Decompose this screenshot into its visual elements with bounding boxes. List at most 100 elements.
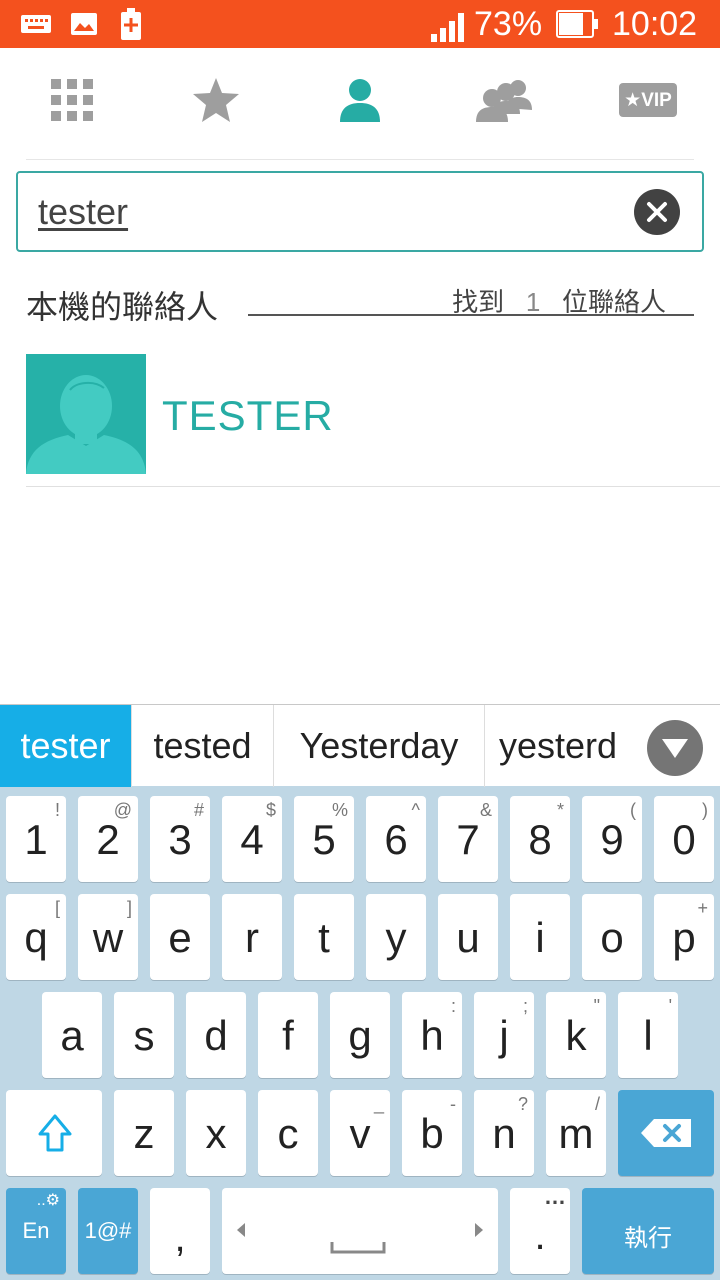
suggestion-item[interactable]: Yesterday [274,705,485,787]
key-9[interactable]: 9( [582,796,642,882]
key-0[interactable]: 0) [654,796,714,882]
key-d[interactable]: d [186,992,246,1078]
key-label: m [558,1110,594,1157]
key-5[interactable]: 5% [294,796,354,882]
key-label: l [643,1012,653,1059]
key-p[interactable]: p + [654,894,714,980]
space-icon [330,1242,386,1254]
key-g[interactable]: g [330,992,390,1078]
key-label: g [348,1012,372,1059]
key-h[interactable]: h: [402,992,462,1078]
key-4[interactable]: 4 $ [222,796,282,882]
key-alt-label: / [594,1094,600,1114]
key-label: h [420,1012,444,1059]
comma-label: , [174,1216,186,1260]
key-label: 1 [24,816,48,863]
key-w[interactable]: w] [78,894,138,980]
key-label: b [420,1110,444,1157]
key-f[interactable]: f [258,992,318,1078]
key-x[interactable]: x [186,1090,246,1176]
backspace-icon [641,1119,691,1147]
key-a[interactable]: a [42,992,102,1078]
key-alt-label: & [479,800,492,820]
key-s[interactable]: s [114,992,174,1078]
section-title: 本機的聯絡人 [26,289,219,325]
key-r[interactable]: r [222,894,282,980]
found-prefix: 找到 [452,287,505,317]
key-label: 2 [96,816,120,863]
key-z[interactable]: z [114,1090,174,1176]
key-alt-label: ; [522,996,528,1016]
key-alt-label: # [193,800,204,820]
key-alt-label: @ [113,800,132,820]
suggestion-item[interactable]: tester [0,705,132,787]
key-label: z [133,1110,155,1157]
tab-groups[interactable] [464,70,544,130]
search-field[interactable]: tester [16,171,704,252]
key-label: f [282,1012,294,1059]
clear-search-button[interactable] [634,189,680,235]
key-label: p [672,914,696,961]
tab-contacts[interactable] [320,70,400,130]
tab-dialer[interactable] [32,70,112,130]
key-alt-label: % [331,800,348,820]
suggestion-item[interactable]: tested [132,705,274,787]
key-alt-label: " [593,996,600,1016]
key-t[interactable]: t [294,894,354,980]
tab-favorites[interactable] [176,70,256,130]
person-silhouette-icon [26,375,146,474]
space-key[interactable] [222,1188,498,1274]
key-e[interactable]: e [150,894,210,980]
key-alt-label: _ [373,1094,384,1114]
key-2[interactable]: 2 @ [78,796,138,882]
key-label: k [565,1012,587,1059]
key-q[interactable]: q[ [6,894,66,980]
cursor-right-icon [475,1223,483,1237]
key-alt-label: - [450,1094,456,1114]
key-c[interactable]: c [258,1090,318,1176]
period-key[interactable]: … . [510,1184,570,1274]
more-suggestions-button[interactable] [647,720,703,776]
contact-list-item[interactable]: TESTER [26,354,694,474]
enter-key[interactable]: 執行 [582,1188,714,1274]
key-u[interactable]: u [438,894,498,980]
key-6[interactable]: 6 ^ [366,796,426,882]
key-i[interactable]: i [510,894,570,980]
key-l[interactable]: l ' [618,992,678,1078]
key-8[interactable]: 8 * [510,796,570,882]
key-label: j [499,1012,509,1059]
key-label: r [245,914,259,961]
close-icon [647,202,667,222]
symbols-key[interactable]: 1@# [78,1188,138,1274]
backspace-key[interactable] [618,1090,714,1176]
key-7[interactable]: 7 & [438,796,498,882]
search-input[interactable]: tester [38,191,128,233]
key-n[interactable]: n? [474,1090,534,1176]
key-o[interactable]: o [582,894,642,980]
divider [26,486,720,487]
key-alt-label: $ [265,800,276,820]
suggestion-bar: tester tested Yesterday yesterd [0,704,720,787]
key-y[interactable]: y [366,894,426,980]
key-b[interactable]: b- [402,1090,462,1176]
key-alt-label: ? [517,1094,528,1114]
key-1[interactable]: 1! [6,796,66,882]
key-v[interactable]: v _ [330,1090,390,1176]
shift-key[interactable] [6,1090,102,1176]
key-m[interactable]: m / [546,1090,606,1176]
key-k[interactable]: k " [546,992,606,1078]
comma-key[interactable]: , [150,1188,210,1274]
key-3[interactable]: 3 # [150,796,210,882]
tab-vip[interactable]: ★VIP [608,70,688,130]
key-label: 5 [312,816,336,863]
key-label: 6 [384,816,408,863]
key-j[interactable]: j; [474,992,534,1078]
found-suffix: 位聯絡人 [561,287,666,317]
language-key[interactable]: ..⚙ En [6,1188,66,1274]
key-alt-label: ] [126,898,132,918]
chevron-down-icon [662,739,688,758]
key-alt-label: [ [54,898,60,918]
suggestion-item[interactable]: yesterd [485,705,635,787]
key-alt-label: ! [54,800,60,820]
key-label: a [60,1012,84,1059]
